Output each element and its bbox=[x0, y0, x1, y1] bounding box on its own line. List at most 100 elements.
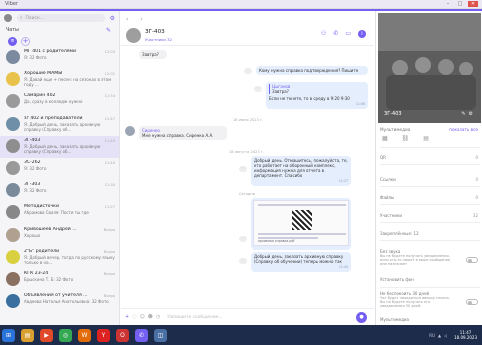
reaction-icon[interactable]: ♡ bbox=[239, 258, 247, 264]
clock-icon[interactable]: ◷ bbox=[156, 314, 160, 320]
chat-list-item[interactable]: МГ 401 с родителями Я: 32 Фото 12:03 bbox=[0, 47, 119, 69]
info-row[interactable]: Участники 32 bbox=[380, 213, 480, 218]
add-member-icon[interactable]: ⚇ bbox=[321, 30, 326, 38]
hide-toggle[interactable] bbox=[466, 299, 478, 305]
emoji-icon[interactable]: ☻ bbox=[148, 314, 153, 320]
chat-list-item[interactable]: КГК 23-24 Ерыскина Т. Б: 32 Фото Вчера bbox=[0, 269, 119, 291]
chat-list-item[interactable]: ЗГ-303 Я: 32 Фото 11:30 bbox=[0, 180, 119, 202]
quoted-message[interactable]: Цыганов Завтра? bbox=[269, 84, 365, 94]
chat-list-item[interactable]: Хорошие МАМЫ Я: Давай еще + песен: на сез… bbox=[0, 69, 119, 91]
reaction-icon[interactable]: ♡ bbox=[239, 166, 247, 172]
explorer-icon[interactable]: ▤ bbox=[21, 328, 34, 342]
chat-title[interactable]: ЗГ-403 bbox=[145, 29, 165, 35]
viber-taskbar-icon[interactable]: ✆ bbox=[135, 328, 148, 342]
info-row-value: 0 bbox=[475, 195, 478, 200]
message-bubble[interactable]: Кому нужна справка подтверждения? Пишите bbox=[256, 66, 368, 75]
yandex-icon[interactable]: Y bbox=[97, 328, 110, 342]
message-bubble[interactable]: Добрый день, заказать архивную справку (… bbox=[251, 252, 351, 272]
chat-list-item[interactable]: ЗГ-403 Я: Добрый день, заказать архивную … bbox=[0, 135, 119, 158]
chat-preview: Я: Добрый день, заказать архивную справк… bbox=[24, 121, 101, 132]
message-bubble[interactable]: Добрый день. Отмашитесь, пожалуйста, те,… bbox=[251, 156, 351, 186]
link-tab-icon[interactable]: ⛓ bbox=[402, 135, 410, 142]
network-icon[interactable]: ▲ bbox=[438, 333, 441, 338]
settings-icon[interactable]: ⚙ bbox=[110, 15, 115, 22]
chat-avatar bbox=[6, 94, 20, 109]
info-row[interactable]: Ссылки 0 bbox=[380, 177, 480, 182]
microphone-button[interactable]: ● bbox=[356, 311, 367, 323]
compose-icon[interactable]: ✎ bbox=[106, 27, 111, 34]
word-icon[interactable]: W bbox=[78, 328, 91, 342]
search-input[interactable]: ⌕ Поиск... bbox=[17, 14, 105, 22]
minimize-button[interactable]: – bbox=[444, 1, 452, 7]
opera-icon[interactable]: O bbox=[116, 328, 129, 342]
chat-list-item[interactable]: Методисточки Абрамова Сваля: Пости ты где… bbox=[0, 202, 119, 224]
video-icon[interactable]: ▭ bbox=[345, 30, 351, 38]
info-row[interactable]: Файлы 0 bbox=[380, 195, 480, 200]
call-icon[interactable]: ✆ bbox=[333, 30, 338, 38]
image-message[interactable]: архивная справка.pdf bbox=[251, 198, 351, 250]
hide-setting[interactable]: Не беспокоить 30 дней Чат будет находить… bbox=[380, 291, 480, 309]
photo-tab-icon[interactable]: ▦ bbox=[382, 135, 388, 142]
message-bubble[interactable]: Цыганов Завтра? Если не ткнете, то в сре… bbox=[266, 82, 368, 109]
attach-plus-icon[interactable]: + bbox=[125, 314, 129, 320]
clock[interactable]: 11:47 18.09.2023 bbox=[454, 330, 477, 340]
chat-text: ЗС-262 Я: 32 Фото bbox=[24, 160, 115, 171]
show-all-link[interactable]: показать все bbox=[449, 127, 478, 132]
maximize-button[interactable]: □ bbox=[456, 1, 464, 7]
edit-icon[interactable]: ✎ bbox=[461, 111, 468, 117]
chat-list-item[interactable]: Кривошеев Андрей ... Хорошо Вчера bbox=[0, 225, 119, 247]
chat-list-item[interactable]: ЗС-262 Я: 32 Фото 11:40 bbox=[0, 158, 119, 180]
volume-icon[interactable]: ◁ bbox=[444, 333, 447, 338]
hide-description: Чат будет находиться вверху списка. Вы н… bbox=[380, 296, 450, 309]
mute-toggle[interactable] bbox=[466, 257, 478, 263]
gif-icon[interactable]: ◌ bbox=[132, 314, 136, 320]
sender-avatar[interactable] bbox=[125, 126, 135, 136]
document-preview[interactable]: архивная справка.pdf bbox=[253, 200, 349, 246]
reaction-icon[interactable]: ♡ bbox=[244, 68, 252, 74]
chat-preview: Я: Добрый вечер, тогда по русскому языку… bbox=[24, 254, 115, 265]
start-icon[interactable]: ⊞ bbox=[2, 328, 15, 342]
message-text: Добрый день, заказать архивную справку (… bbox=[254, 254, 344, 264]
info-icon[interactable]: i bbox=[358, 30, 366, 38]
filter-button[interactable]: ≡ bbox=[8, 36, 17, 46]
more-setting[interactable]: Мультимедиа bbox=[380, 317, 480, 322]
new-chat-button[interactable]: + bbox=[21, 36, 30, 46]
reaction-icon[interactable]: ♡ bbox=[254, 86, 262, 92]
chat-list-item[interactable]: зг 402 и преподаватели Я: Добрый день, за… bbox=[0, 114, 119, 136]
reaction-icon[interactable]: ♡ bbox=[239, 236, 247, 242]
chat-list-item[interactable]: Объявления от учителя ... Авдеева Наталья… bbox=[0, 291, 119, 313]
settings-icon[interactable]: ⚙ bbox=[469, 111, 476, 117]
chat-text: Самарин 402 Да, сразу в колледж нужно bbox=[24, 93, 115, 104]
language-indicator[interactable]: RU bbox=[429, 333, 435, 338]
chat-avatar[interactable] bbox=[126, 28, 141, 43]
window-title: Viber bbox=[5, 1, 19, 7]
message-bubble[interactable]: Сиренко Мне нужна справка. Сиренко А.А. bbox=[139, 126, 227, 140]
file-tab-icon[interactable]: ▤ bbox=[423, 135, 429, 142]
mute-setting[interactable]: Без звука Вы не будете получать уведомле… bbox=[380, 249, 480, 267]
info-row[interactable]: QR 0 bbox=[380, 155, 480, 160]
app-taskbar-icon[interactable]: ◫ bbox=[154, 328, 167, 342]
message-input[interactable]: Напишите сообщение... bbox=[167, 315, 353, 320]
chat-preview: Ерыскина Т. Б: 32 Фото bbox=[24, 276, 74, 282]
my-avatar[interactable] bbox=[4, 14, 12, 22]
group-photo[interactable]: ЗГ-403 ✎⚙ bbox=[378, 13, 481, 123]
sticker-icon[interactable]: ☺ bbox=[140, 314, 145, 320]
system-tray: RU ▲ ◁ 11:47 18.09.2023 bbox=[429, 330, 482, 340]
chrome-icon[interactable]: ◎ bbox=[59, 328, 72, 342]
chat-avatar bbox=[6, 72, 20, 87]
chat-participants[interactable]: Участники 32 bbox=[145, 37, 172, 42]
background-label: Установить фон bbox=[380, 277, 414, 282]
message-time: 11:44 bbox=[338, 265, 348, 269]
chat-list-item[interactable]: 2"Б" родители Я: Добрый вечер, тогда по р… bbox=[0, 247, 119, 269]
media-player-icon[interactable]: ▶ bbox=[40, 328, 53, 342]
chat-preview: Я: Добрый день, заказать архивную справк… bbox=[24, 143, 101, 154]
info-row[interactable]: Закреплённые: 12 bbox=[380, 231, 480, 236]
chat-list-item[interactable]: Самарин 402 Да, сразу в колледж нужно 11:5… bbox=[0, 91, 119, 113]
close-button[interactable]: ✕ bbox=[468, 1, 478, 7]
qr-code-image bbox=[292, 210, 312, 230]
message-bubble[interactable]: Завтра? bbox=[139, 50, 167, 59]
media-tabs: ▦ ⛓ ▤ bbox=[382, 135, 429, 142]
chat-avatar bbox=[6, 227, 20, 242]
background-setting[interactable]: Установить фон bbox=[380, 277, 480, 282]
nav-arrows[interactable]: ‹ › bbox=[126, 16, 148, 23]
